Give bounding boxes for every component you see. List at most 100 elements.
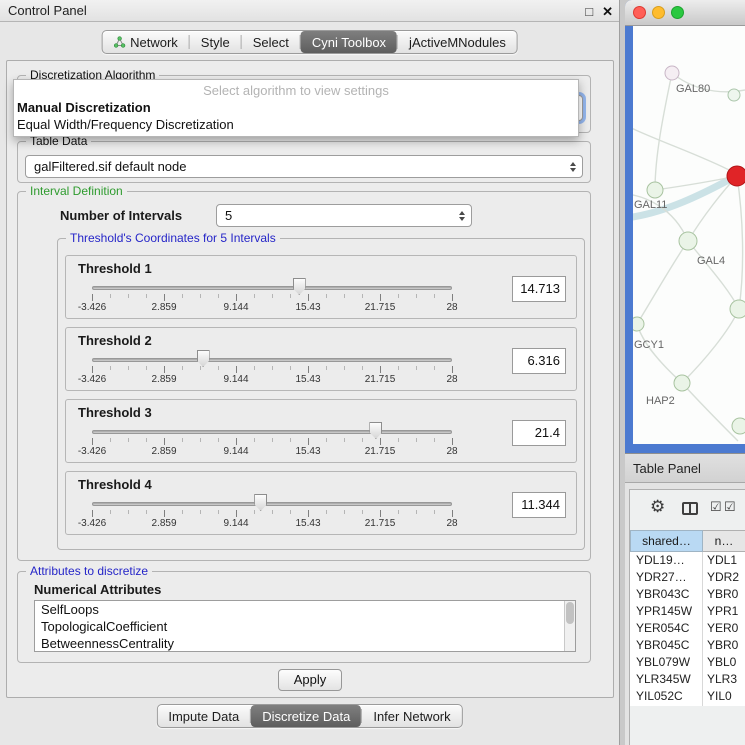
table-row[interactable]: YBL079W YBL0 xyxy=(630,654,745,671)
slider-thumb[interactable] xyxy=(254,494,267,511)
network-node[interactable] xyxy=(647,182,663,198)
table-row[interactable]: YLR345W YLR3 xyxy=(630,671,745,688)
network-canvas[interactable]: GAL80 GAL11 GAL4 GCY1 HAP2 xyxy=(633,26,745,444)
threshold-1-slider[interactable] xyxy=(92,280,452,302)
tab-jactivemnodules[interactable]: jActiveMNodules xyxy=(398,31,517,53)
table-row[interactable]: YIL052C YIL0 xyxy=(630,688,745,705)
table-cell[interactable]: YIL052C xyxy=(636,688,700,705)
zoom-window-button[interactable] xyxy=(671,6,684,19)
table-row[interactable]: YPR145W YPR1 xyxy=(630,603,745,620)
network-node[interactable] xyxy=(674,375,690,391)
table-cell[interactable]: YBL079W xyxy=(636,654,700,671)
network-node-selected[interactable] xyxy=(727,166,745,186)
slider-thumb[interactable] xyxy=(197,350,210,367)
menu-item-equal-width-frequency[interactable]: Equal Width/Frequency Discretization xyxy=(14,116,578,133)
columns-icon[interactable] xyxy=(682,502,698,515)
scale-tick-label: -3.426 xyxy=(70,374,114,385)
tab-infer-network[interactable]: Infer Network xyxy=(362,705,461,727)
table-cell[interactable]: YDR27… xyxy=(636,569,700,586)
minimize-window-button[interactable] xyxy=(652,6,665,19)
control-panel-window: Control Panel □ ✕ Network Style Select xyxy=(0,0,620,745)
table-row[interactable]: YDL19… YDL1 xyxy=(630,552,745,569)
threshold-2-value-field[interactable]: 6.316 xyxy=(512,348,566,374)
tab-impute-data[interactable]: Impute Data xyxy=(157,705,250,727)
network-window-titlebar xyxy=(625,0,745,26)
table-cell[interactable]: YPR145W xyxy=(636,603,700,620)
combo-spinner-icon[interactable] xyxy=(570,162,576,172)
table-cell[interactable]: YBR0 xyxy=(707,637,745,654)
scale-tick-label: 15.43 xyxy=(286,518,330,529)
number-of-intervals-value: 5 xyxy=(225,208,232,223)
threshold-1-value-field[interactable]: 14.713 xyxy=(512,276,566,302)
checkbox-icon[interactable]: ☑ xyxy=(710,499,722,515)
node-label: GCY1 xyxy=(634,339,664,351)
table-cell[interactable]: YBR0 xyxy=(707,586,745,603)
slider-track[interactable] xyxy=(92,502,452,506)
float-window-icon[interactable]: □ xyxy=(585,1,593,22)
checkbox-icon[interactable]: ☑ xyxy=(724,499,736,515)
scale-tick-label: 2.859 xyxy=(142,518,186,529)
table-cell[interactable]: YBR043C xyxy=(636,586,700,603)
slider-thumb[interactable] xyxy=(369,422,382,439)
tab-network[interactable]: Network xyxy=(102,31,189,53)
slider-track[interactable] xyxy=(92,358,452,362)
table-cell[interactable]: YER0 xyxy=(707,620,745,637)
tab-cyni-toolbox[interactable]: Cyni Toolbox xyxy=(301,31,397,53)
table-cell[interactable]: YPR1 xyxy=(707,603,745,620)
number-of-intervals-combobox[interactable]: 5 xyxy=(216,204,472,227)
network-node[interactable] xyxy=(732,418,745,434)
table-cell[interactable]: YER054C xyxy=(636,620,700,637)
list-scrollbar[interactable] xyxy=(564,601,575,651)
table-panel-header: Table Panel xyxy=(625,453,745,483)
attributes-group-title: Attributes to discretize xyxy=(26,564,152,578)
threshold-4-value-field[interactable]: 11.344 xyxy=(512,492,566,518)
tab-discretize-data[interactable]: Discretize Data xyxy=(251,705,361,727)
network-node[interactable] xyxy=(665,66,679,80)
column-header-shared-name[interactable]: shared… xyxy=(630,530,703,552)
column-header-name[interactable]: n… xyxy=(703,530,745,552)
table-cell[interactable]: YLR3 xyxy=(707,671,745,688)
apply-button[interactable]: Apply xyxy=(278,669,342,691)
threshold-3-slider[interactable] xyxy=(92,424,452,446)
tab-select[interactable]: Select xyxy=(242,31,300,53)
threshold-3-value-field[interactable]: 21.4 xyxy=(512,420,566,446)
combo-spinner-icon[interactable] xyxy=(459,211,465,221)
gear-icon[interactable]: ⚙ xyxy=(650,497,665,517)
slider-track[interactable] xyxy=(92,286,452,290)
list-item[interactable]: TopologicalCoefficient xyxy=(35,618,575,635)
table-cell[interactable]: YDR2 xyxy=(707,569,745,586)
menu-item-manual-discretization[interactable]: Manual Discretization xyxy=(14,99,578,116)
table-cell[interactable]: YBL0 xyxy=(707,654,745,671)
table-row[interactable]: YER054C YER0 xyxy=(630,620,745,637)
table-cell[interactable]: YDL19… xyxy=(636,552,700,569)
tab-select-label: Select xyxy=(253,35,289,50)
table-row[interactable]: YBR045C YBR0 xyxy=(630,637,745,654)
network-nodes xyxy=(633,66,745,434)
tab-style[interactable]: Style xyxy=(190,31,241,53)
list-item[interactable]: BetweennessCentrality xyxy=(35,635,575,652)
threshold-4-slider[interactable] xyxy=(92,496,452,518)
table-data-combobox[interactable]: galFiltered.sif default node xyxy=(25,155,583,178)
network-node[interactable] xyxy=(730,300,745,318)
close-window-button[interactable] xyxy=(633,6,646,19)
close-icon[interactable]: ✕ xyxy=(602,1,613,22)
slider-thumb[interactable] xyxy=(293,278,306,295)
screen: Control Panel □ ✕ Network Style Select xyxy=(0,0,745,745)
network-node[interactable] xyxy=(728,89,740,101)
scrollbar-thumb[interactable] xyxy=(566,602,574,624)
threshold-2-slider[interactable] xyxy=(92,352,452,374)
interval-definition-group-title: Interval Definition xyxy=(26,184,127,198)
network-node[interactable] xyxy=(633,317,644,331)
network-node[interactable] xyxy=(679,232,697,250)
table-cell[interactable]: YBR045C xyxy=(636,637,700,654)
table-cell[interactable]: YDL1 xyxy=(707,552,745,569)
slider-track[interactable] xyxy=(92,430,452,434)
table-data-value: galFiltered.sif default node xyxy=(34,159,186,174)
table-cell[interactable]: YIL0 xyxy=(707,688,745,705)
table-cell[interactable]: YLR345W xyxy=(636,671,700,688)
thresholds-group: Threshold's Coordinates for 5 Intervals … xyxy=(57,238,585,550)
control-panel-title: Control Panel xyxy=(8,3,87,18)
list-item[interactable]: SelfLoops xyxy=(35,601,575,618)
table-row[interactable]: YBR043C YBR0 xyxy=(630,586,745,603)
table-row[interactable]: YDR27… YDR2 xyxy=(630,569,745,586)
